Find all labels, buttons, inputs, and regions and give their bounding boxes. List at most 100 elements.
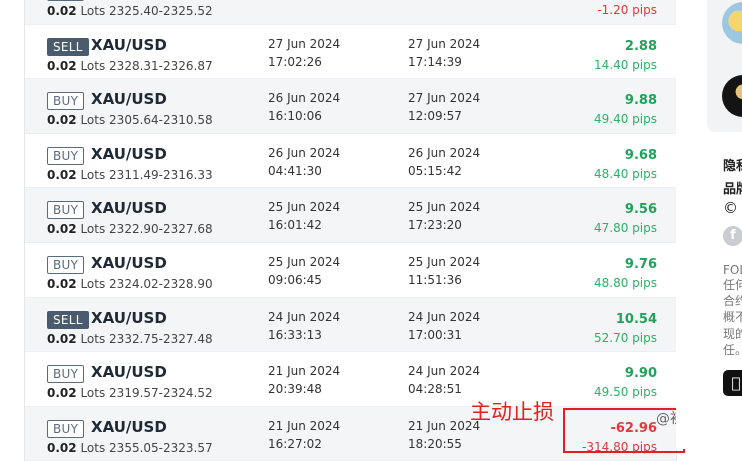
trade-side-badge: BUY: [47, 419, 85, 438]
trade-pips: -1.20 pips: [597, 3, 657, 17]
close-clock: 17:00:31: [408, 327, 462, 342]
trade-prices: 2311.49-2316.33: [109, 167, 213, 182]
open-date: 21 Jun 2024: [268, 418, 341, 433]
trade-side-badge: SELL: [47, 37, 89, 56]
trade-prices: 2325.40-2325.52: [109, 4, 213, 18]
trade-prices: 2319.57-2324.52: [109, 386, 213, 401]
page-left-margin: [0, 0, 24, 449]
trade-pips: 48.80 pips: [594, 275, 657, 290]
trade-row[interactable]: SELL XAU/USD 0.02 Lots 2332.75-2327.48 24 J…: [25, 297, 676, 353]
close-date: 24 Jun 2024: [408, 309, 481, 324]
trade-lot-size: 0.02: [47, 58, 77, 73]
trade-lots-info: 0.02 Lots 2319.57-2324.52: [47, 386, 213, 400]
trade-lots-info: 0.02 Lots 2324.02-2328.90: [47, 277, 213, 291]
trade-lots-label: Lots: [80, 167, 106, 182]
trade-history-table: BUYXAU/USD0.02 Lots 2325.40-2325.5217:01…: [24, 0, 677, 461]
trade-open-time: 26 Jun 2024 16:10:06: [268, 89, 340, 125]
trade-lots-info: 0.02 Lots 2328.31-2326.87: [47, 59, 213, 73]
trade-profit: 9.76: [624, 256, 657, 272]
trade-close-time: 27 Jun 2024 12:09:57: [408, 89, 480, 125]
trade-profit: 2.88: [624, 38, 657, 54]
trade-open-time: 26 Jun 2024 04:41:30: [268, 144, 340, 180]
trade-symbol: XAU/USD: [91, 417, 167, 436]
trade-open-time: 27 Jun 2024 17:02:26: [268, 35, 340, 71]
trade-side-badge: BUY: [47, 0, 85, 1]
trade-close-time: 24 Jun 2024 17:00:31: [408, 308, 480, 344]
trade-side-badge: BUY: [47, 255, 85, 274]
trade-open-time: 21 Jun 2024 16:27:02: [268, 417, 340, 453]
trade-profit: 10.54: [615, 311, 657, 327]
sidebar-disclaimer-line: 概不: [723, 310, 742, 324]
close-clock: 17:14:39: [408, 54, 462, 69]
trade-lot-size: 0.02: [47, 222, 77, 237]
close-clock: 05:15:42: [408, 163, 462, 178]
trade-lot-size: 0.02: [47, 167, 77, 182]
trade-row[interactable]: BUY XAU/USD 0.02 Lots 2324.02-2328.90 25 Ju…: [25, 243, 676, 298]
close-date: 24 Jun 2024: [408, 364, 481, 379]
open-date: 27 Jun 2024: [268, 36, 341, 51]
trade-lots-info: 0.02 Lots 2305.64-2310.58: [47, 113, 213, 127]
open-clock: 16:33:13: [268, 327, 322, 342]
sidebar-disclaimer-line: 任何: [723, 278, 742, 292]
open-clock: 16:27:02: [268, 436, 322, 451]
close-date: 25 Jun 2024: [408, 254, 481, 269]
trade-symbol: XAU/USD: [91, 363, 167, 382]
open-clock: 16:10:06: [268, 109, 322, 124]
close-date: 27 Jun 2024: [408, 91, 481, 106]
trade-symbol: XAU/USD: [91, 253, 167, 272]
trade-row[interactable]: BUY XAU/USD 0.02 Lots 2322.90-2327.68 25 Ju…: [25, 188, 676, 243]
trade-symbol: XAU/USD: [91, 90, 167, 109]
sidebar-privacy-link[interactable]: 隐私: [723, 155, 742, 174]
trade-symbol: XAU/USD: [91, 144, 167, 163]
sidebar-disclaimer-line: 任。: [723, 343, 742, 357]
trade-pips: 52.70 pips: [594, 330, 657, 345]
trade-side-badge: BUY: [47, 146, 85, 165]
open-date: 26 Jun 2024: [268, 145, 341, 160]
trade-prices: 2355.05-2323.57: [109, 440, 213, 455]
trade-open-time: 21 Jun 2024 20:39:48: [268, 362, 340, 398]
facebook-icon[interactable]: f: [723, 226, 742, 246]
trade-lot-size: 0.02: [47, 440, 77, 455]
close-clock: 17:23:20: [408, 218, 462, 233]
trade-row[interactable]: SELL XAU/USD 0.02 Lots 2328.31-2326.87 27 J…: [25, 25, 676, 80]
trade-lots-info: 0.02 Lots 2355.05-2323.57: [47, 441, 213, 455]
trade-lot-size: 0.02: [47, 276, 77, 291]
trade-pips: 47.80 pips: [594, 221, 657, 236]
trade-row[interactable]: BUYXAU/USD0.02 Lots 2325.40-2325.5217:01…: [25, 0, 676, 25]
close-date: 25 Jun 2024: [408, 200, 481, 215]
trade-side-badge: BUY: [47, 201, 85, 220]
close-clock: 18:20:55: [408, 436, 462, 451]
trade-prices: 2332.75-2327.48: [109, 331, 213, 346]
trade-lot-size: 0.02: [47, 4, 77, 18]
trade-lots-info: 0.02 Lots 2325.40-2325.52: [47, 4, 213, 18]
trade-row[interactable]: BUY XAU/USD 0.02 Lots 2319.57-2324.52 21 Ju…: [25, 352, 676, 407]
open-clock: 20:39:48: [268, 382, 322, 397]
trade-symbol: XAU/USD: [91, 35, 167, 54]
apple-store-icon[interactable]: : [723, 370, 742, 396]
trade-close-time: 25 Jun 2024 17:23:20: [408, 198, 480, 234]
trade-close-time: 24 Jun 2024 04:28:51: [408, 362, 480, 398]
trade-lots-label: Lots: [80, 386, 106, 401]
trade-pips: 49.40 pips: [594, 112, 657, 127]
trade-row[interactable]: BUY XAU/USD 0.02 Lots 2305.64-2310.58 26 Ju…: [25, 79, 676, 134]
open-clock: 16:01:42: [268, 218, 322, 233]
trade-prices: 2328.31-2326.87: [109, 58, 213, 73]
trade-lots-label: Lots: [80, 331, 106, 346]
trade-lots-label: Lots: [80, 222, 106, 237]
open-date: 25 Jun 2024: [268, 200, 341, 215]
trade-lots-info: 0.02 Lots 2322.90-2327.68: [47, 222, 213, 236]
trade-lots-label: Lots: [80, 440, 106, 455]
trade-lots-label: Lots: [80, 4, 106, 18]
trade-close-time: 25 Jun 2024 11:51:36: [408, 253, 480, 289]
trade-profit: 9.68: [624, 147, 657, 163]
open-clock: 04:41:30: [268, 163, 322, 178]
trade-close-time: 27 Jun 2024 17:14:39: [408, 35, 480, 71]
sidebar-brand-link[interactable]: 品牌: [723, 178, 742, 197]
trade-open-time: 25 Jun 2024 09:06:45: [268, 253, 340, 289]
trade-prices: 2305.64-2310.58: [109, 113, 213, 128]
trade-row[interactable]: BUY XAU/USD 0.02 Lots 2311.49-2316.33 26 Ju…: [25, 134, 676, 189]
sidebar-disclaimer-line: 现的: [723, 327, 742, 341]
open-date: 24 Jun 2024: [268, 309, 341, 324]
trade-symbol: XAU/USD: [91, 308, 167, 327]
trade-prices: 2324.02-2328.90: [109, 276, 213, 291]
